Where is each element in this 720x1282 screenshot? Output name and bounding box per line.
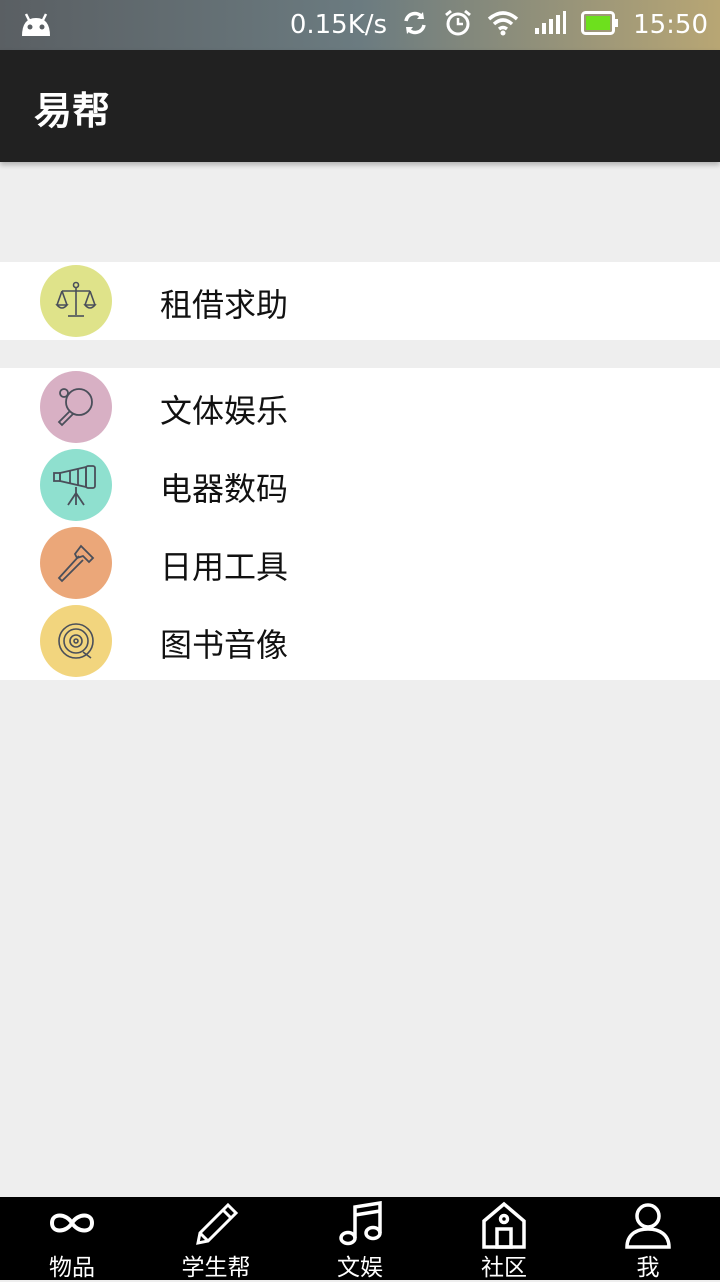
battery-icon bbox=[581, 11, 619, 39]
app-title: 易帮 bbox=[34, 89, 111, 133]
pencil-icon bbox=[192, 1201, 240, 1251]
nav-tab-student-help[interactable]: 学生帮 bbox=[144, 1197, 288, 1281]
android-icon bbox=[18, 12, 54, 42]
scales-icon bbox=[40, 265, 112, 337]
clock: 15:50 bbox=[633, 10, 708, 40]
house-icon bbox=[480, 1201, 528, 1253]
hammer-icon bbox=[40, 527, 112, 599]
nav-label: 物品 bbox=[49, 1255, 95, 1281]
nav-label: 学生帮 bbox=[181, 1255, 251, 1281]
bottom-navigation: 物品 学生帮 文娱 社区 我 bbox=[0, 1197, 720, 1281]
alarm-icon bbox=[443, 8, 473, 42]
disc-icon bbox=[40, 605, 112, 677]
nav-tab-entertainment[interactable]: 文娱 bbox=[288, 1197, 432, 1281]
status-bar: 0.15K/s 15:50 bbox=[0, 0, 720, 50]
list-item-label: 文体娱乐 bbox=[160, 392, 289, 430]
person-icon bbox=[624, 1201, 672, 1253]
list-item-rent-help[interactable]: 租借求助 bbox=[0, 262, 720, 340]
nav-tab-community[interactable]: 社区 bbox=[432, 1197, 576, 1281]
list-item-daily-tools[interactable]: 日用工具 bbox=[0, 524, 720, 602]
list-item-label: 图书音像 bbox=[160, 626, 289, 664]
nav-tab-me[interactable]: 我 bbox=[576, 1197, 720, 1281]
list-item-sports-entertainment[interactable]: 文体娱乐 bbox=[0, 368, 720, 446]
list-item-label: 租借求助 bbox=[160, 286, 289, 324]
network-speed: 0.15K/s bbox=[289, 10, 388, 40]
category-group-items: 文体娱乐 电器数码 日用工具 图书音像 bbox=[0, 368, 720, 680]
signal-icon bbox=[533, 10, 567, 40]
camera-icon bbox=[40, 449, 112, 521]
sync-icon bbox=[401, 9, 429, 41]
category-group-help: 租借求助 bbox=[0, 262, 720, 340]
list-item-label: 电器数码 bbox=[160, 470, 289, 508]
wifi-icon bbox=[487, 10, 519, 40]
list-item-electronics[interactable]: 电器数码 bbox=[0, 446, 720, 524]
app-bar: 易帮 bbox=[0, 50, 720, 162]
ping-pong-icon bbox=[40, 371, 112, 443]
infinity-icon bbox=[46, 1201, 98, 1249]
list-item-books-media[interactable]: 图书音像 bbox=[0, 602, 720, 680]
nav-label: 文娱 bbox=[337, 1255, 383, 1281]
music-note-icon bbox=[336, 1200, 384, 1251]
nav-label: 我 bbox=[636, 1255, 660, 1281]
nav-tab-items[interactable]: 物品 bbox=[0, 1197, 144, 1281]
list-item-label: 日用工具 bbox=[160, 548, 289, 586]
nav-label: 社区 bbox=[481, 1255, 527, 1281]
